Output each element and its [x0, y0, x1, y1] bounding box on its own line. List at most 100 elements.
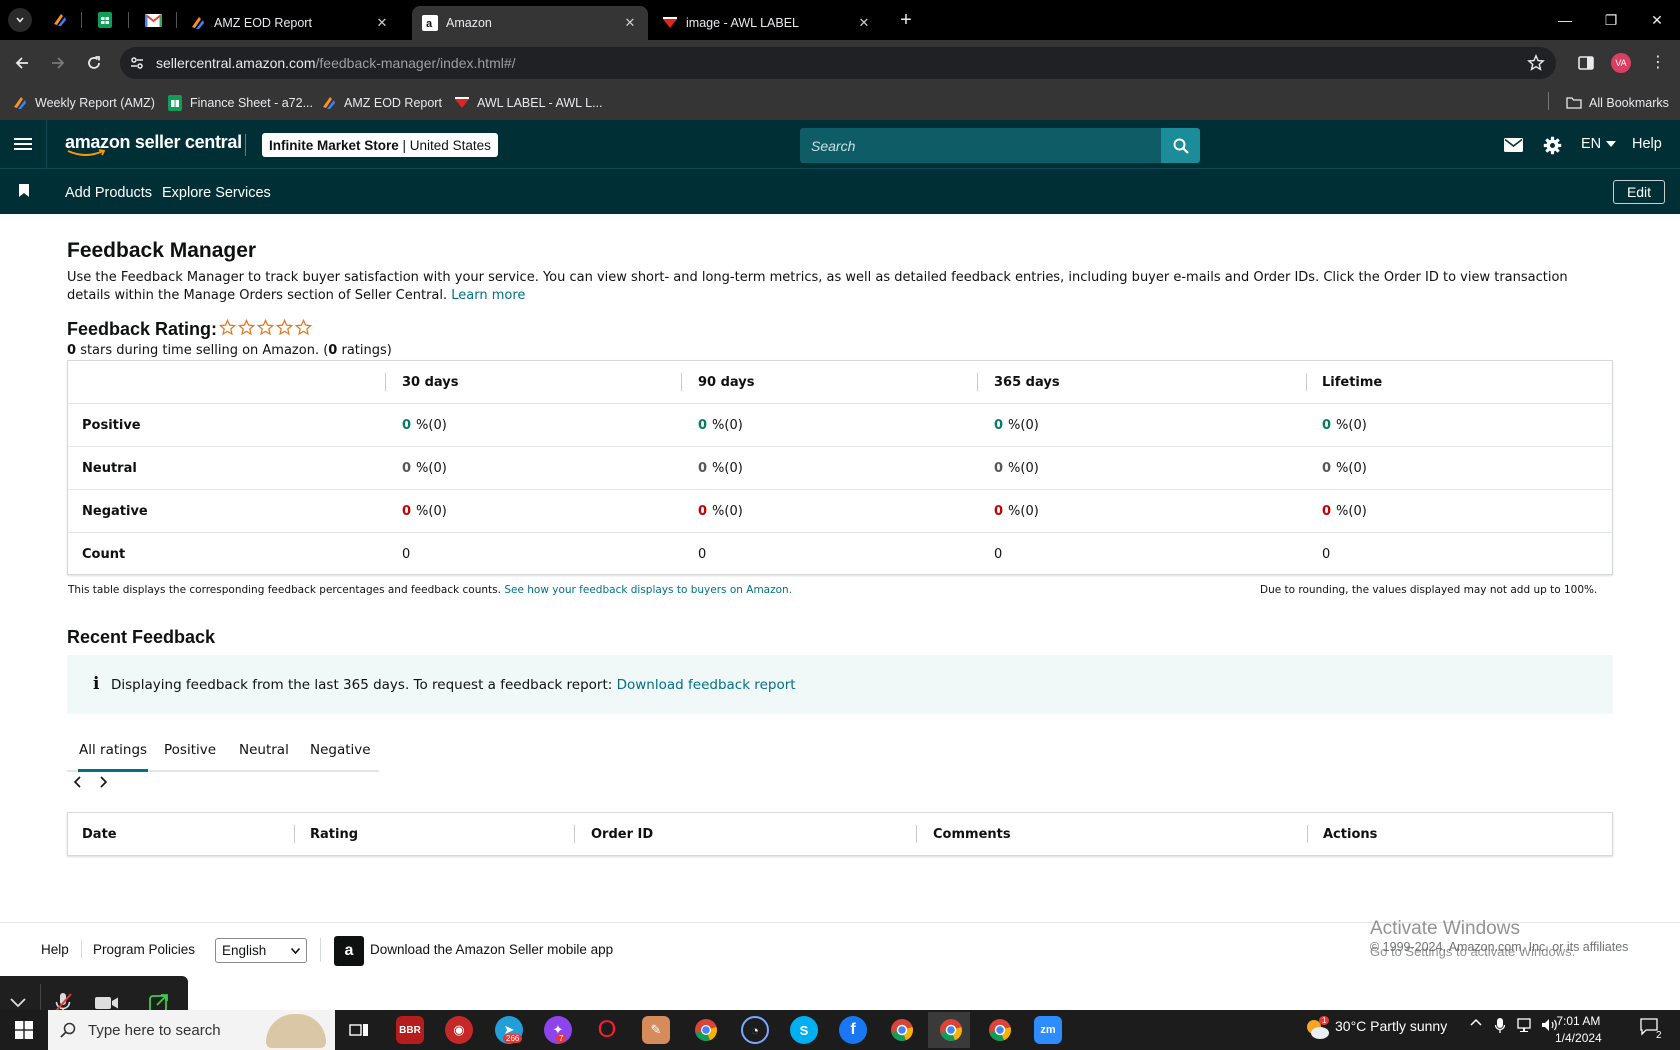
- edit-nav-button[interactable]: Edit: [1613, 180, 1665, 204]
- chrome-icon[interactable]: [692, 1016, 720, 1044]
- stars-text: stars during time selling on Amazon. (: [80, 343, 329, 358]
- close-icon[interactable]: ✕: [374, 15, 390, 31]
- messages-mail-icon[interactable]: [1504, 138, 1523, 152]
- tab-separator: [128, 12, 129, 28]
- pinned-tab-sheets[interactable]: [89, 8, 121, 32]
- show-hidden-icons[interactable]: [1470, 1018, 1482, 1026]
- nav-explore-services[interactable]: Explore Services: [162, 185, 271, 201]
- metric-cell: 0 %(0): [402, 490, 447, 533]
- tab-search-dropdown[interactable]: [8, 8, 32, 32]
- metric-value: 0: [698, 461, 708, 476]
- bookmark-awl-label[interactable]: AWL LABEL - AWL L...: [454, 92, 603, 114]
- clock-app-icon[interactable]: ◔: [741, 1016, 769, 1044]
- tab-title: Amazon: [446, 16, 492, 30]
- hamburger-menu-icon[interactable]: [14, 137, 32, 151]
- bookmark-weekly-report[interactable]: Weekly Report (AMZ): [12, 92, 155, 114]
- taskbar-app-icon[interactable]: ✎: [642, 1016, 670, 1044]
- pager-prev-icon[interactable]: [73, 776, 83, 788]
- store-name: Infinite Market Store: [269, 137, 399, 153]
- restore-button[interactable]: ❐: [1588, 0, 1634, 40]
- bookmark-flag-icon[interactable]: [19, 184, 29, 197]
- feedback-metrics-table: 30 days 90 days 365 days Lifetime Positi…: [67, 360, 1613, 575]
- profile-avatar[interactable]: VA: [1611, 53, 1631, 73]
- info-icon: i: [93, 674, 100, 694]
- microphone-icon[interactable]: [1495, 1018, 1505, 1034]
- bookmark-label: AMZ EOD Report: [344, 96, 442, 110]
- back-arrow-icon[interactable]: [10, 51, 34, 75]
- bookmark-label: Weekly Report (AMZ): [35, 96, 155, 110]
- taskbar-app-red-icon[interactable]: ◉: [445, 1016, 473, 1044]
- chrome-other-icon[interactable]: [986, 1016, 1014, 1044]
- tab-awl-label[interactable]: image - AWL LABEL ✕: [652, 6, 882, 40]
- skype-icon[interactable]: S: [790, 1016, 818, 1044]
- bookmark-star-icon[interactable]: [1527, 54, 1545, 72]
- awl-logo-icon: [663, 17, 677, 28]
- tab-amazon[interactable]: a Amazon ✕: [412, 6, 648, 40]
- close-icon[interactable]: ✕: [622, 15, 638, 31]
- chrome-active-icon[interactable]: [937, 1016, 965, 1044]
- pinned-tab-eod[interactable]: [44, 8, 76, 32]
- ratings-suffix: ratings): [341, 343, 392, 358]
- folder-icon: [1566, 97, 1582, 109]
- facebook-icon[interactable]: f: [839, 1016, 867, 1044]
- minimize-button[interactable]: —: [1542, 0, 1588, 40]
- column-divider: [1306, 373, 1307, 391]
- url-text[interactable]: sellercentral.amazon.com/feedback-manage…: [156, 55, 516, 71]
- chrome-profile-icon[interactable]: [888, 1016, 916, 1044]
- bookmark-amz-eod[interactable]: AMZ EOD Report: [321, 92, 442, 114]
- download-feedback-report-link[interactable]: Download feedback report: [617, 677, 796, 693]
- site-info-icon[interactable]: [129, 55, 145, 71]
- amazon-app-icon[interactable]: a: [334, 936, 364, 966]
- weather-text[interactable]: 30°C Partly sunny: [1335, 1018, 1447, 1034]
- seller-central-logo[interactable]: amazon seller central: [65, 132, 242, 156]
- column-header: 90 days: [698, 375, 755, 390]
- learn-more-link[interactable]: Learn more: [451, 288, 525, 303]
- taskbar-app-bbr-icon[interactable]: BBR: [396, 1016, 424, 1044]
- tab-positive[interactable]: Positive: [164, 742, 216, 758]
- settings-gear-icon[interactable]: [1543, 136, 1562, 155]
- all-bookmarks-folder[interactable]: All Bookmarks: [1566, 92, 1669, 114]
- pager-next-icon[interactable]: [98, 776, 108, 788]
- footer-language-select[interactable]: English: [215, 938, 307, 963]
- table-row: Neutral 0 %(0) 0 %(0) 0 %(0) 0 %(0): [68, 446, 1612, 489]
- tab-neutral[interactable]: Neutral: [239, 742, 289, 758]
- program-policies-link[interactable]: Program Policies: [93, 942, 195, 957]
- all-bookmarks-label: All Bookmarks: [1589, 96, 1669, 110]
- language-selector[interactable]: EN: [1581, 136, 1617, 152]
- zoom-icon[interactable]: zm: [1034, 1016, 1062, 1044]
- bookmark-finance-sheet[interactable]: Finance Sheet - a72...: [167, 92, 313, 114]
- nav-add-products[interactable]: Add Products: [65, 185, 152, 201]
- header-help-link[interactable]: Help: [1632, 136, 1662, 152]
- clock-date: 1/4/2024: [1555, 1031, 1602, 1045]
- forward-arrow-icon[interactable]: [46, 51, 70, 75]
- tab-all-ratings[interactable]: All ratings: [77, 742, 149, 772]
- store-selector[interactable]: Infinite Market Store | United States: [262, 133, 498, 157]
- browser-menu-icon[interactable]: ⋮: [1650, 55, 1666, 71]
- task-view-icon[interactable]: [345, 1016, 373, 1044]
- metric-percent: %(0): [1008, 418, 1039, 433]
- system-clock[interactable]: 7:01 AM 1/4/2024: [1555, 1013, 1602, 1047]
- metric-percent: %(0): [416, 461, 447, 476]
- network-icon[interactable]: [1517, 1018, 1535, 1032]
- close-icon[interactable]: ✕: [856, 15, 872, 31]
- activate-windows-subtitle: Go to Settings to activate Windows.: [1370, 944, 1576, 959]
- seller-search-input[interactable]: Search: [800, 128, 1162, 163]
- bookmark-label: Finance Sheet - a72...: [190, 96, 313, 110]
- reload-icon[interactable]: [82, 51, 106, 75]
- search-button[interactable]: [1161, 128, 1200, 163]
- windows-start-icon[interactable]: [15, 1021, 33, 1039]
- download-app-link[interactable]: Download the Amazon Seller mobile app: [370, 942, 613, 957]
- tab-negative[interactable]: Negative: [310, 742, 371, 758]
- footer-help-link[interactable]: Help: [41, 942, 69, 957]
- window-close-button[interactable]: ✕: [1634, 0, 1680, 40]
- new-tab-button[interactable]: +: [895, 9, 917, 31]
- opera-icon[interactable]: O: [593, 1016, 621, 1044]
- side-panel-icon[interactable]: [1578, 55, 1594, 71]
- tab-amz-eod[interactable]: AMZ EOD Report ✕: [180, 6, 400, 40]
- tab-title: AMZ EOD Report: [214, 16, 312, 30]
- amazon-icon: a: [422, 15, 438, 31]
- row-label: Negative: [82, 504, 148, 519]
- pinned-tab-gmail[interactable]: [137, 8, 169, 32]
- metric-cell: 0 %(0): [1322, 490, 1367, 533]
- feedback-display-link[interactable]: See how your feedback displays to buyers…: [504, 584, 792, 596]
